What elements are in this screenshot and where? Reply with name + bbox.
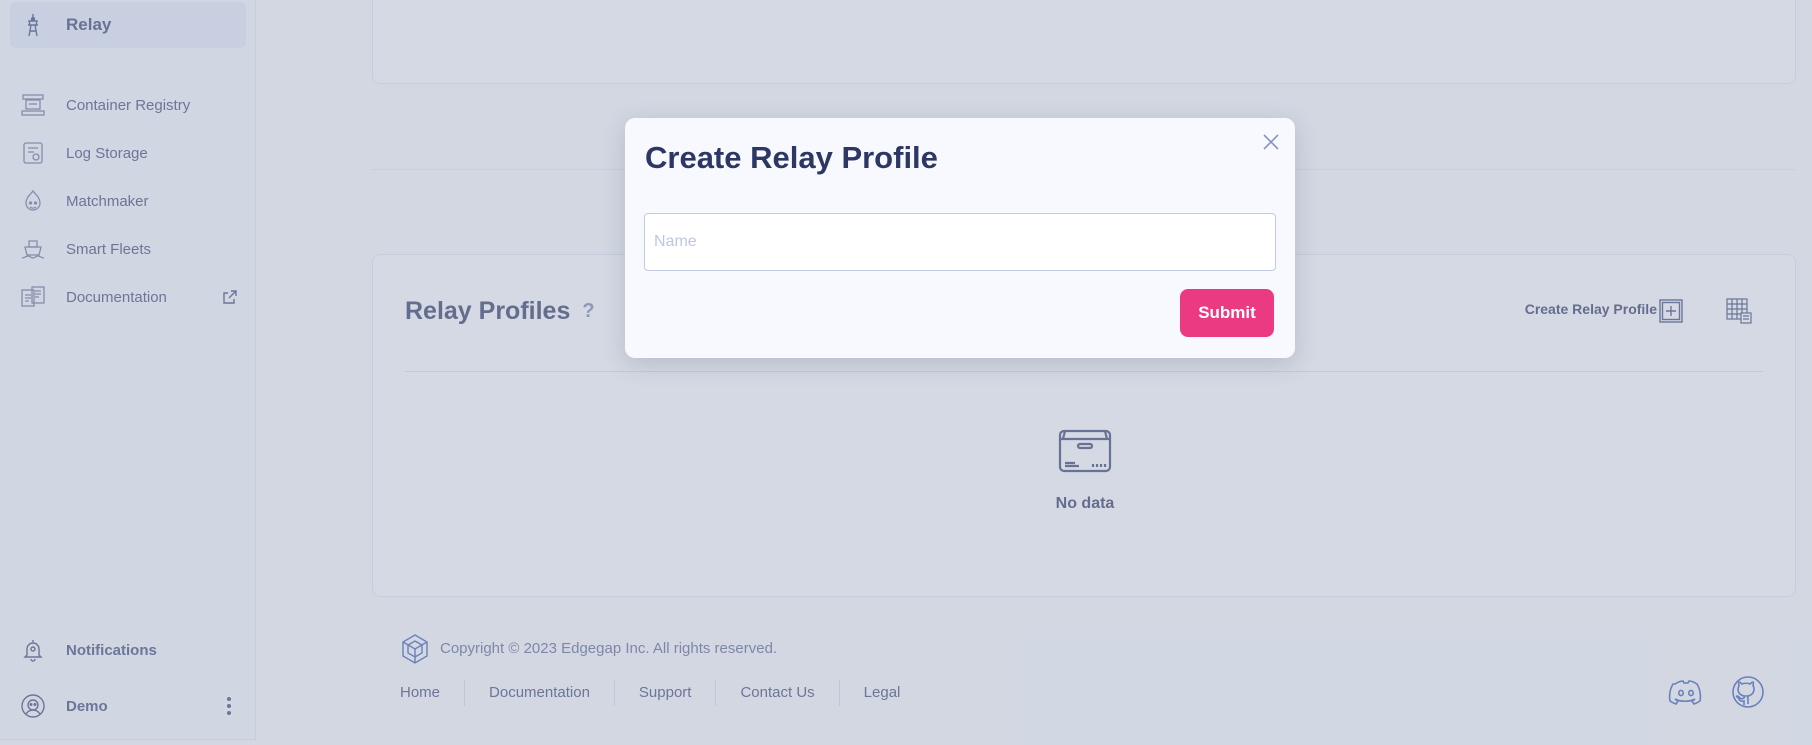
modal-backdrop[interactable]	[0, 0, 1812, 745]
submit-button[interactable]: Submit	[1180, 289, 1274, 337]
name-input[interactable]	[644, 213, 1276, 271]
modal-title: Create Relay Profile	[645, 140, 938, 175]
create-relay-profile-modal: Create Relay Profile Submit	[625, 118, 1295, 358]
close-icon[interactable]	[1261, 132, 1281, 152]
